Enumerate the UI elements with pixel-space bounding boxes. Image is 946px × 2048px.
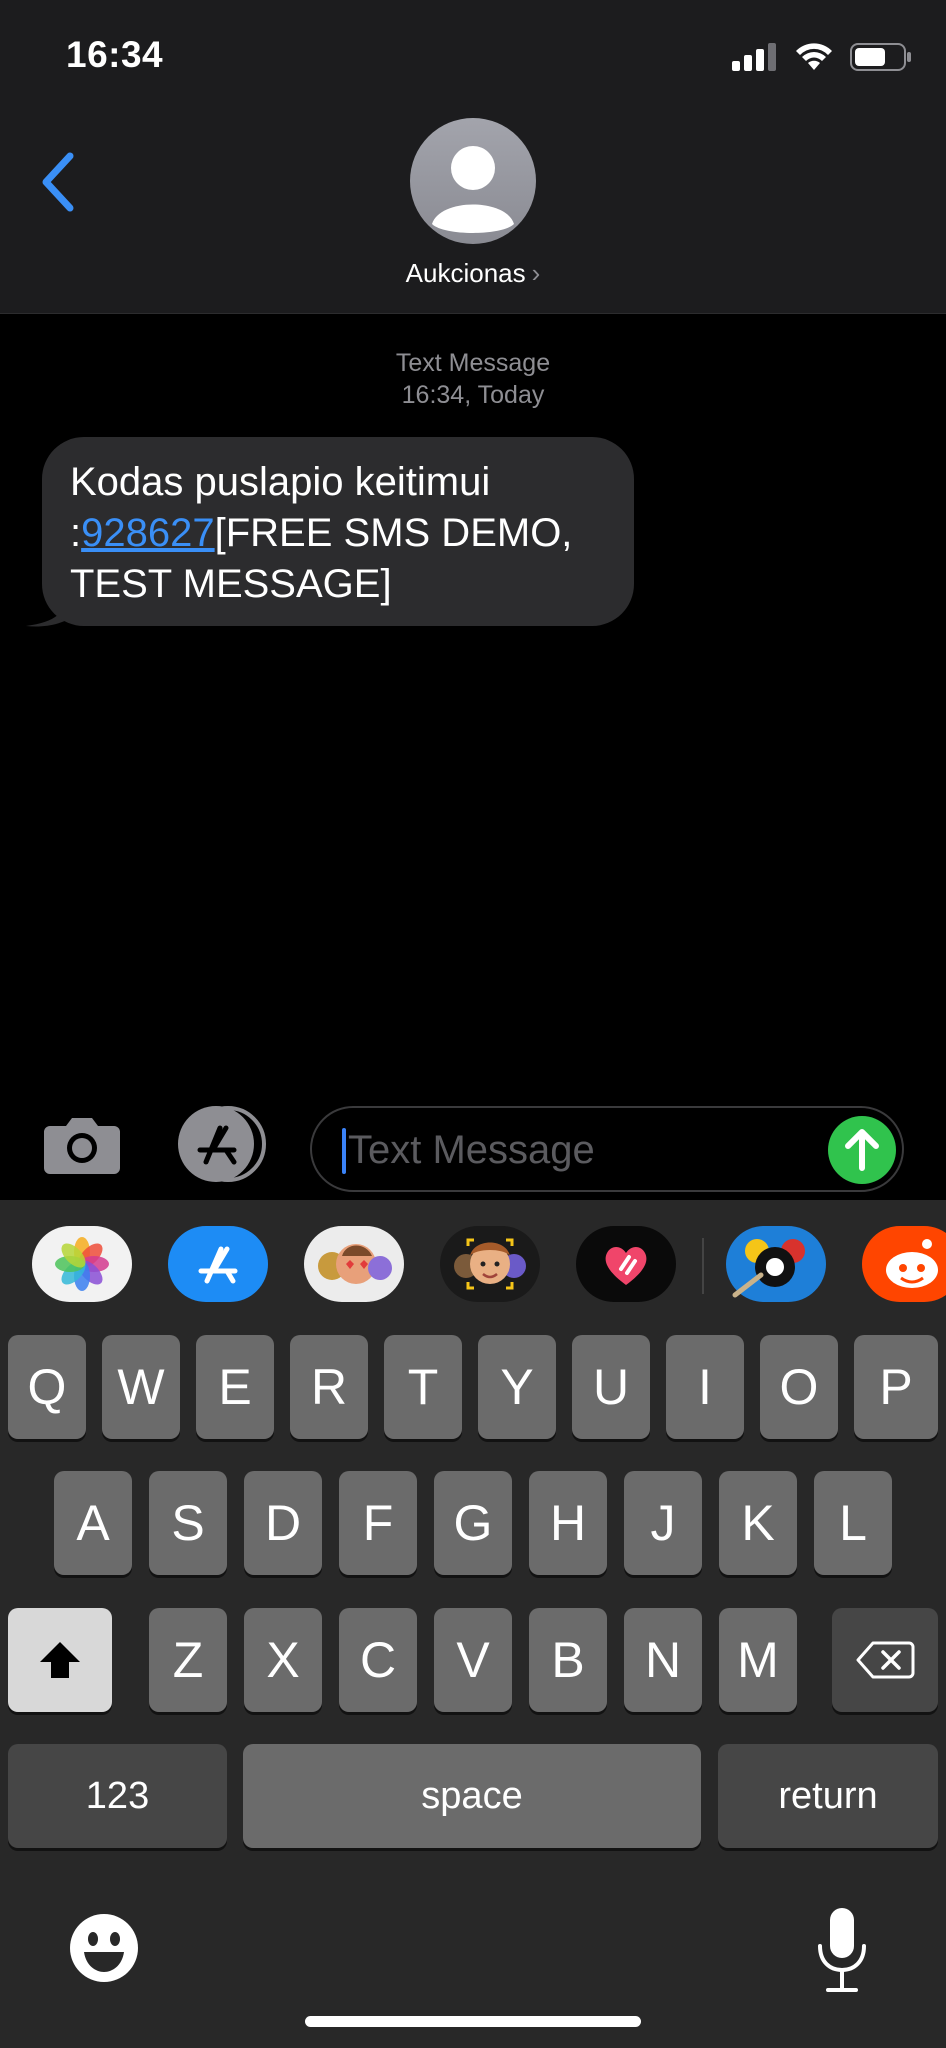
- composer-bar: Text Message: [0, 1092, 946, 1200]
- status-icons: [732, 42, 912, 72]
- photos-icon[interactable]: [32, 1226, 132, 1302]
- send-button[interactable]: [828, 1116, 896, 1184]
- contact-avatar[interactable]: [410, 118, 536, 244]
- backspace-icon: [856, 1641, 915, 1679]
- arrow-up-icon: [845, 1129, 879, 1171]
- shift-key[interactable]: [8, 1608, 112, 1712]
- back-chevron-icon[interactable]: [38, 152, 78, 212]
- header-divider: [0, 313, 946, 314]
- key-d[interactable]: D: [244, 1471, 322, 1575]
- memoji-icon[interactable]: [440, 1226, 540, 1302]
- key-f[interactable]: F: [339, 1471, 417, 1575]
- 8-ball-pool-icon[interactable]: [726, 1226, 826, 1302]
- key-n[interactable]: N: [624, 1608, 702, 1712]
- reddit-icon[interactable]: [862, 1226, 946, 1302]
- chevron-right-icon: ›: [531, 258, 541, 288]
- app-store-icon[interactable]: [176, 1104, 268, 1184]
- numbers-key[interactable]: 123: [8, 1744, 227, 1848]
- digital-touch-icon[interactable]: [576, 1226, 676, 1302]
- wifi-icon: [796, 43, 832, 70]
- key-h[interactable]: H: [529, 1471, 607, 1575]
- microphone-icon[interactable]: [814, 1906, 870, 1994]
- key-v[interactable]: V: [434, 1608, 512, 1712]
- key-e[interactable]: E: [196, 1335, 274, 1439]
- key-z[interactable]: Z: [149, 1608, 227, 1712]
- key-c[interactable]: C: [339, 1608, 417, 1712]
- incoming-message-bubble[interactable]: Kodas puslapio keitimui :928627[FREE SMS…: [42, 437, 634, 626]
- status-time: 16:34: [66, 34, 164, 75]
- key-i[interactable]: I: [666, 1335, 744, 1439]
- message-timestamp: 16:34, Today: [401, 381, 545, 409]
- imessage-app-strip: [0, 1226, 946, 1310]
- key-s[interactable]: S: [149, 1471, 227, 1575]
- key-j[interactable]: J: [624, 1471, 702, 1575]
- space-key[interactable]: space: [243, 1744, 701, 1848]
- key-p[interactable]: P: [854, 1335, 938, 1439]
- memoji-stickers-icon[interactable]: [304, 1226, 404, 1302]
- app-store-strip-icon[interactable]: [168, 1226, 268, 1302]
- contact-name[interactable]: Aukcionas ›: [0, 258, 946, 289]
- cellular-signal-icon: [732, 43, 776, 71]
- key-o[interactable]: O: [760, 1335, 838, 1439]
- text-cursor: [342, 1128, 346, 1174]
- message-type-label: Text Message: [395, 349, 551, 377]
- verification-code-link[interactable]: 928627: [81, 511, 214, 555]
- key-t[interactable]: T: [384, 1335, 462, 1439]
- key-b[interactable]: B: [529, 1608, 607, 1712]
- home-indicator[interactable]: [305, 2016, 641, 2027]
- key-q[interactable]: Q: [8, 1335, 86, 1439]
- key-u[interactable]: U: [572, 1335, 650, 1439]
- message-line-3: TEST MESSAGE]: [70, 562, 392, 606]
- person-silhouette-icon: [432, 146, 514, 233]
- battery-icon: [850, 43, 911, 71]
- key-k[interactable]: K: [719, 1471, 797, 1575]
- key-l[interactable]: L: [814, 1471, 892, 1575]
- message-line-1: Kodas puslapio keitimui: [70, 460, 491, 504]
- app-strip-divider: [702, 1238, 704, 1294]
- shift-arrow-icon: [40, 1642, 80, 1678]
- return-key[interactable]: return: [718, 1744, 938, 1848]
- contact-name-label: Aukcionas: [405, 258, 526, 288]
- delete-key[interactable]: [832, 1608, 938, 1712]
- key-w[interactable]: W: [102, 1335, 180, 1439]
- message-line-2: :928627[FREE SMS DEMO,: [70, 508, 606, 559]
- message-input[interactable]: Text Message: [310, 1106, 904, 1192]
- key-g[interactable]: G: [434, 1471, 512, 1575]
- key-r[interactable]: R: [290, 1335, 368, 1439]
- camera-icon[interactable]: [42, 1114, 122, 1174]
- key-y[interactable]: Y: [478, 1335, 556, 1439]
- key-a[interactable]: A: [54, 1471, 132, 1575]
- message-suffix: [FREE SMS DEMO,: [214, 511, 573, 555]
- key-x[interactable]: X: [244, 1608, 322, 1712]
- key-m[interactable]: M: [719, 1608, 797, 1712]
- message-input-placeholder: Text Message: [348, 1128, 595, 1172]
- message-prefix: :: [70, 511, 82, 555]
- emoji-icon[interactable]: [68, 1912, 140, 1984]
